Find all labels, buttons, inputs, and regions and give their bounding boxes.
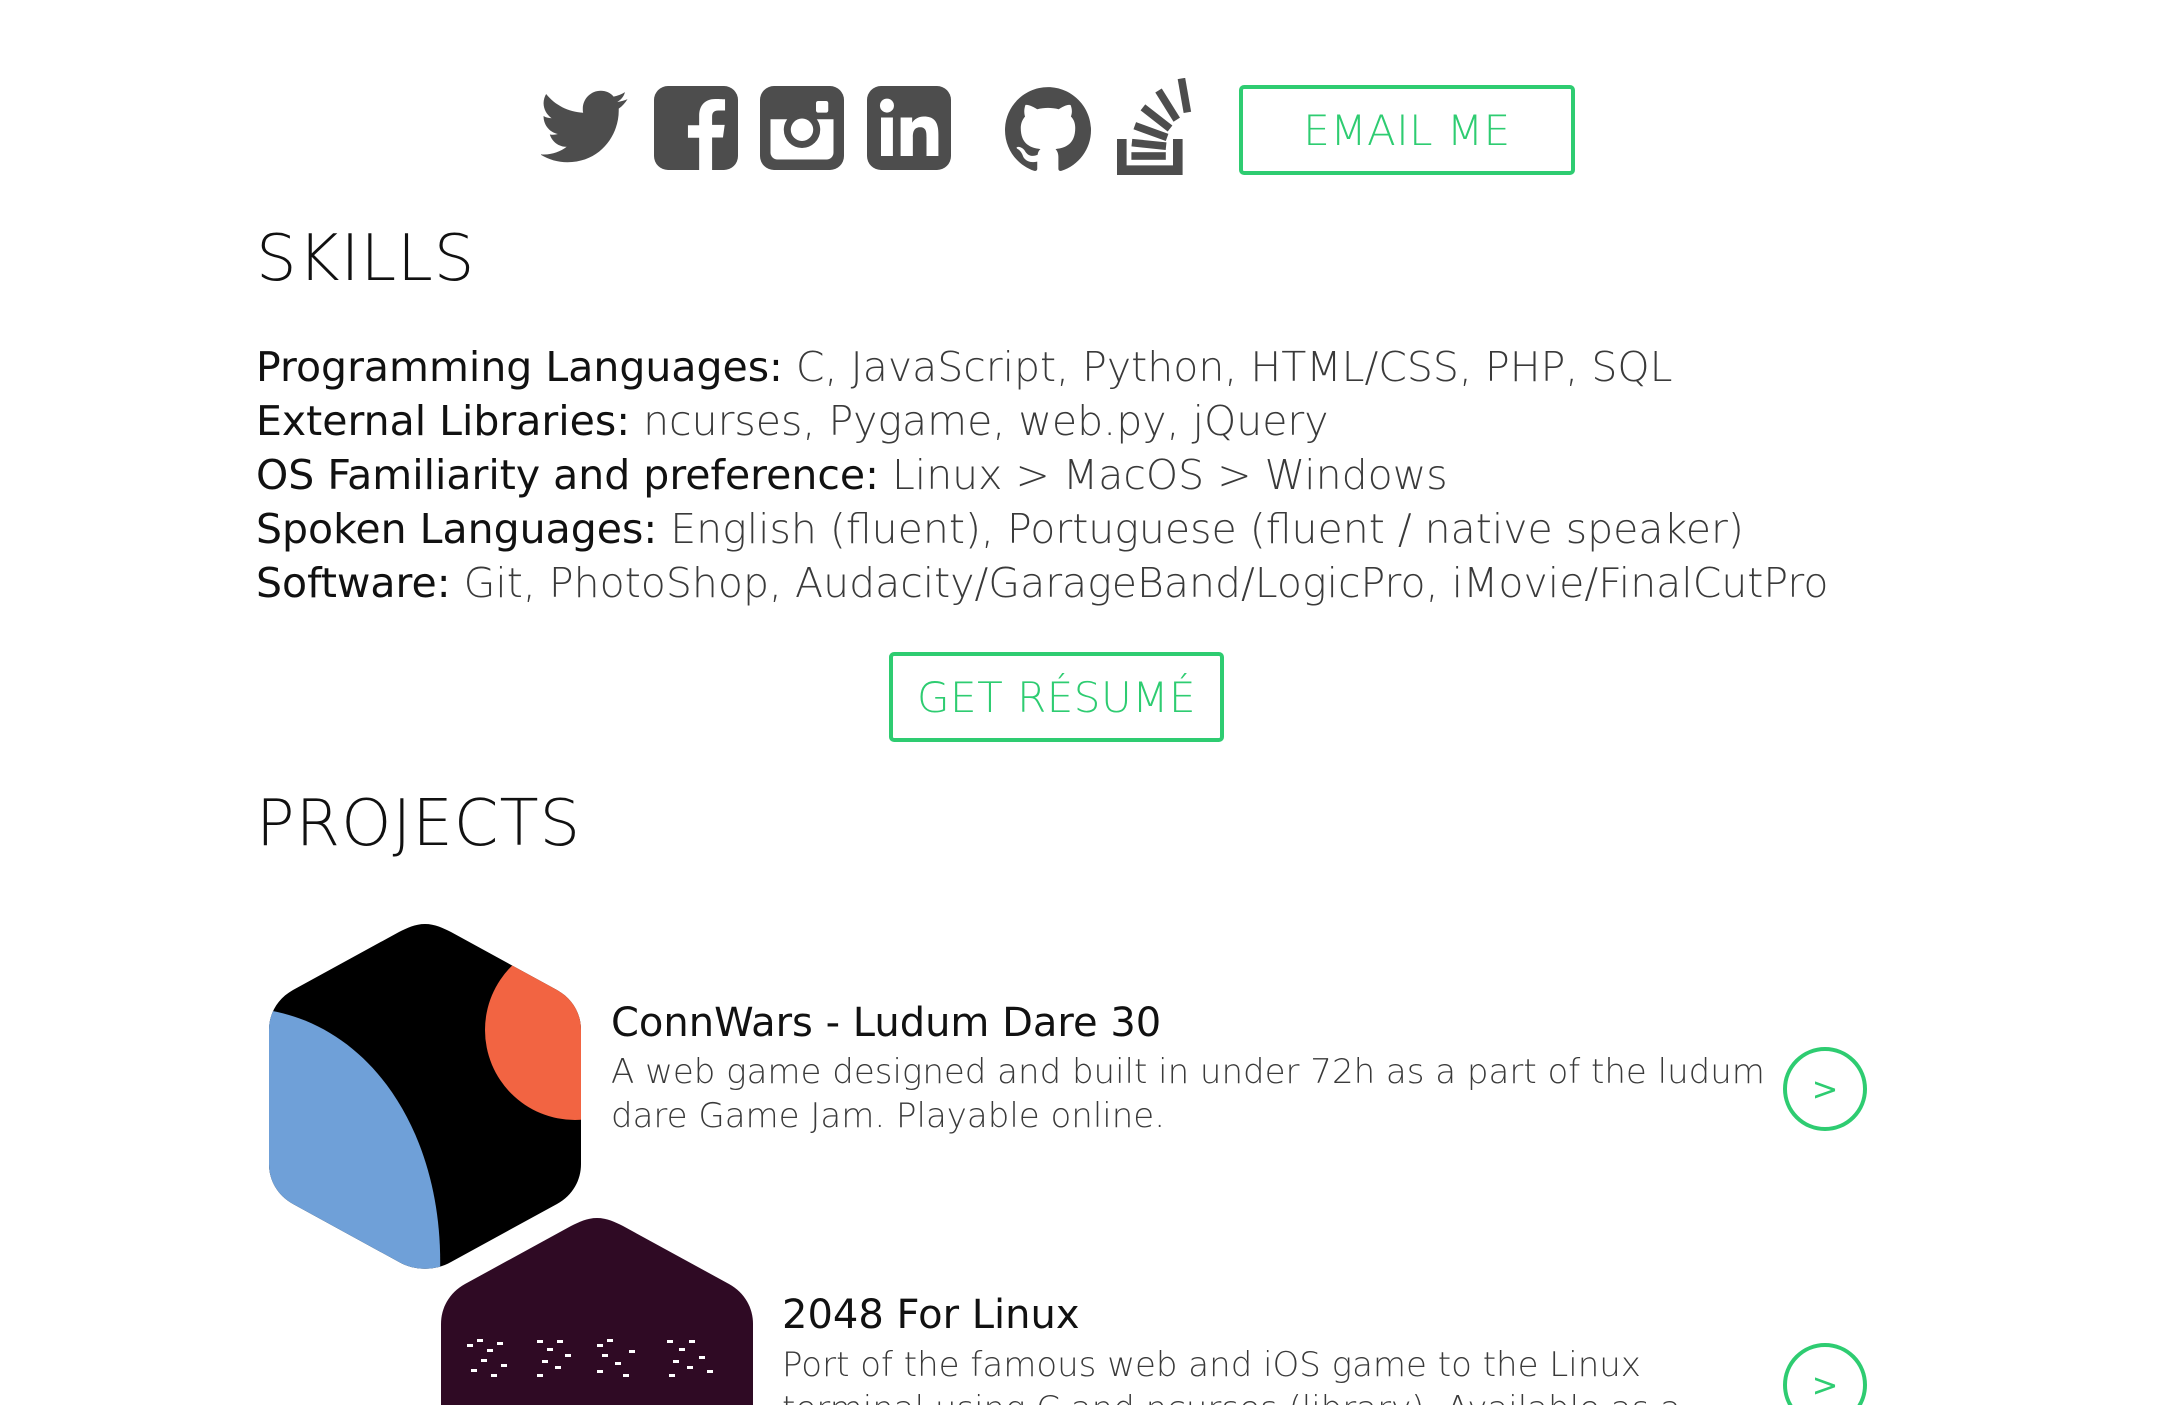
skill-label: Spoken Languages: (256, 505, 658, 553)
skills-list: Programming Languages: C, JavaScript, Py… (256, 340, 2076, 610)
skill-value: Git, PhotoShop, Audacity/GarageBand/Logi… (450, 559, 1829, 607)
skill-label: OS Familiarity and preference: (256, 451, 879, 499)
skill-value: Linux > MacOS > Windows (878, 451, 1448, 499)
skill-label: External Libraries: (256, 397, 631, 445)
project-open-button[interactable]: > (1783, 1343, 1867, 1405)
skill-line: Programming Languages: C, JavaScript, Py… (256, 340, 2076, 394)
social-bar: EMAIL ME (0, 0, 2179, 190)
2048-logo-icon (437, 1214, 757, 1405)
github-icon[interactable] (1005, 86, 1091, 172)
stackoverflow-icon[interactable] (1113, 78, 1193, 176)
project-description: Port of the famous web and iOS game to t… (782, 1345, 1681, 1405)
skill-label: Programming Languages: (256, 343, 783, 391)
skill-value: C, JavaScript, Python, HTML/CSS, PHP, SQ… (782, 343, 1673, 391)
project-open-button[interactable]: > (1783, 1047, 1867, 1131)
connwars-logo-icon (265, 920, 585, 1274)
skill-line: External Libraries: ncurses, Pygame, web… (256, 394, 2076, 448)
project-name: 2048 For Linux (782, 1292, 1080, 1338)
facebook-icon[interactable] (654, 86, 738, 170)
email-me-button[interactable]: EMAIL ME (1239, 85, 1575, 175)
skill-line: OS Familiarity and preference: Linux > M… (256, 448, 2076, 502)
instagram-icon[interactable] (760, 86, 844, 170)
project-description: A web game designed and built in under 7… (611, 1052, 1765, 1136)
skill-line: Software: Git, PhotoShop, Audacity/Garag… (256, 556, 2076, 610)
skills-title: SKILLS (256, 222, 476, 296)
project-name: ConnWars - Ludum Dare 30 (611, 1000, 1162, 1046)
skill-value: English (fluent), Portuguese (fluent / n… (657, 505, 1744, 553)
projects-title: PROJECTS (256, 787, 582, 861)
skill-label: Software: (256, 559, 451, 607)
skill-line: Spoken Languages: English (fluent), Port… (256, 502, 2076, 556)
get-resume-button[interactable]: GET RÉSUMÉ (889, 652, 1224, 742)
skill-value: ncurses, Pygame, web.py, jQuery (630, 397, 1329, 445)
linkedin-icon[interactable] (867, 86, 951, 170)
twitter-icon[interactable] (541, 88, 629, 166)
